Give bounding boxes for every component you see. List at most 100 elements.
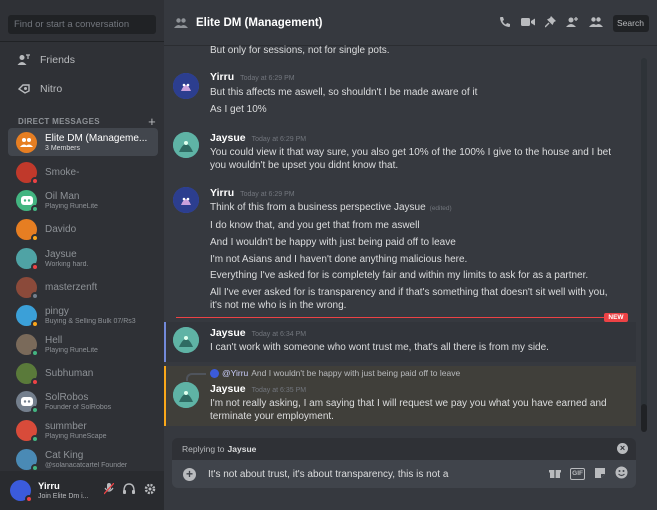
dm-subtitle: Founder of SolRobos — [45, 403, 112, 411]
message-text: As I get 10% — [210, 104, 267, 115]
new-messages-badge: NEW — [604, 313, 628, 322]
group-dm-icon — [174, 17, 188, 29]
dm-name: Cat King — [45, 449, 84, 461]
status-dnd-icon — [25, 495, 33, 503]
avatar[interactable] — [173, 382, 199, 408]
message-author[interactable]: Yirru — [210, 71, 234, 83]
message-text: I'm not Asians and I haven't done anythi… — [210, 254, 468, 265]
close-reply-icon[interactable]: × — [617, 443, 628, 454]
status-offline-icon — [31, 291, 39, 300]
avatar — [16, 247, 39, 271]
message-text: Think of this from a business perspectiv… — [210, 201, 452, 215]
message-author[interactable]: Yirru — [210, 187, 234, 199]
message-text: And I wouldn't be happy with just being … — [210, 237, 456, 248]
upload-plus-icon[interactable]: + — [183, 467, 196, 481]
message-text: it's not me who is in the wrong. — [210, 300, 347, 311]
avatar[interactable] — [173, 132, 199, 158]
new-messages-divider — [176, 317, 628, 318]
dm-item-pingy[interactable]: pingy Buying & Selling Bulk 07/Rs3 — [8, 301, 158, 329]
dm-subtitle: Buying & Selling Bulk 07/Rs3 — [45, 317, 136, 325]
add-friend-icon[interactable] — [566, 16, 579, 31]
avatar — [16, 161, 39, 185]
message-text: I'm not really asking, I am saying that … — [210, 398, 607, 409]
dm-subtitle: 3 Members — [45, 144, 81, 152]
message-text: I do know that, and you get that from me… — [210, 220, 420, 231]
dm-item-solrobos[interactable]: SolRobos Founder of SolRobos — [8, 387, 158, 415]
pin-icon[interactable] — [544, 16, 556, 31]
scrollbar-thumb[interactable] — [641, 404, 647, 432]
gif-button[interactable]: GIF — [570, 468, 585, 480]
replied-message-preview[interactable]: @Yirru And I wouldn't be happy with just… — [210, 368, 460, 378]
dm-name: SolRobos — [45, 391, 89, 403]
video-call-icon[interactable] — [521, 17, 535, 30]
message-composer[interactable]: + It's not about trust, it's about trans… — [172, 460, 636, 488]
dm-name: Hell — [45, 334, 63, 346]
reply-text: And I wouldn't be happy with just being … — [251, 368, 461, 378]
message-input[interactable]: It's not about trust, it's about transpa… — [208, 469, 448, 480]
avatar[interactable] — [173, 73, 199, 99]
dm-item-elite-dm[interactable]: Elite DM (Manageme... 3 Members — [8, 128, 158, 156]
nav-friends[interactable]: Friends — [8, 47, 156, 73]
dm-name: pingy — [45, 305, 69, 317]
scrollbar-track[interactable] — [641, 58, 647, 428]
message-text: Everything I've asked for is completely … — [210, 270, 589, 281]
add-dm-icon[interactable]: + — [148, 114, 156, 129]
voice-call-icon[interactable] — [499, 16, 511, 31]
dm-subtitle: @solanacatcartel Founder — [45, 461, 128, 469]
message-author[interactable]: Jaysue — [210, 132, 246, 144]
dm-item-summber[interactable]: summber Playing RuneScape — [8, 416, 158, 444]
message-text: you wouldn't be upset you didnt know tha… — [210, 160, 399, 171]
dm-item-masterzenft[interactable]: masterzenft — [8, 273, 158, 301]
status-online-icon — [31, 204, 39, 213]
replying-bar: Replying to Jaysue × — [172, 438, 636, 460]
message-author[interactable]: Jaysue — [210, 327, 246, 339]
dm-item-smoke[interactable]: Smoke- — [8, 158, 158, 186]
dm-subtitle: Playing RuneLite — [45, 346, 98, 354]
dm-item-subhuman[interactable]: Subhuman — [8, 359, 158, 387]
nitro-icon — [8, 83, 40, 95]
dm-item-jaysue[interactable]: Jaysue Working hard. — [8, 244, 158, 272]
dm-name: Jaysue — [45, 248, 77, 260]
avatar[interactable] — [173, 187, 199, 213]
gift-icon[interactable] — [549, 467, 562, 482]
avatar — [16, 390, 39, 414]
nav-label: Friends — [40, 54, 76, 66]
settings-gear-icon[interactable] — [144, 483, 156, 498]
dm-name: Subhuman — [45, 367, 94, 379]
user-avatar[interactable] — [10, 480, 33, 503]
status-dnd-icon — [31, 262, 39, 271]
emoji-icon[interactable] — [615, 466, 628, 482]
avatar — [16, 304, 39, 328]
status-dnd-icon — [31, 176, 39, 185]
message-timestamp: Today at 6:34 PM — [251, 331, 307, 338]
dm-item-cat-king[interactable]: Cat King @solanacatcartel Founder — [8, 445, 158, 473]
dm-name: Smoke- — [45, 166, 80, 178]
status-idle-icon — [31, 319, 39, 328]
message-text: All I've ever asked for is transparency … — [210, 287, 608, 298]
avatar[interactable] — [173, 327, 199, 353]
status-online-icon — [31, 348, 39, 357]
dm-item-davido[interactable]: Davido — [8, 215, 158, 243]
dm-item-oil-man[interactable]: Oil Man Playing RuneLite — [8, 186, 158, 214]
mute-mic-icon[interactable] — [103, 482, 115, 498]
avatar — [16, 218, 39, 242]
status-dnd-icon — [31, 377, 39, 386]
reply-mention[interactable]: @Yirru — [222, 368, 248, 378]
search-input[interactable]: Search — [613, 15, 649, 32]
message-text: I can't work with someone who wont trust… — [210, 342, 549, 353]
nav-nitro[interactable]: Nitro — [8, 76, 156, 102]
user-status: Join Elite Dm i... — [38, 493, 89, 500]
replying-prefix: Replying to — [182, 444, 225, 454]
sticker-icon[interactable] — [594, 467, 606, 482]
dm-name: Davido — [45, 223, 77, 235]
headphones-icon[interactable] — [123, 483, 135, 498]
message-text: terminate your employment. — [210, 411, 334, 422]
message-author[interactable]: Jaysue — [210, 383, 246, 395]
dm-subtitle: Playing RuneLite — [45, 202, 98, 210]
search-input[interactable]: Find or start a conversation — [8, 15, 156, 34]
avatar — [16, 189, 39, 213]
member-list-icon[interactable] — [589, 16, 603, 31]
avatar — [16, 419, 39, 443]
group-avatar — [16, 131, 37, 153]
dm-item-hell[interactable]: Hell Playing RuneLite — [8, 330, 158, 358]
